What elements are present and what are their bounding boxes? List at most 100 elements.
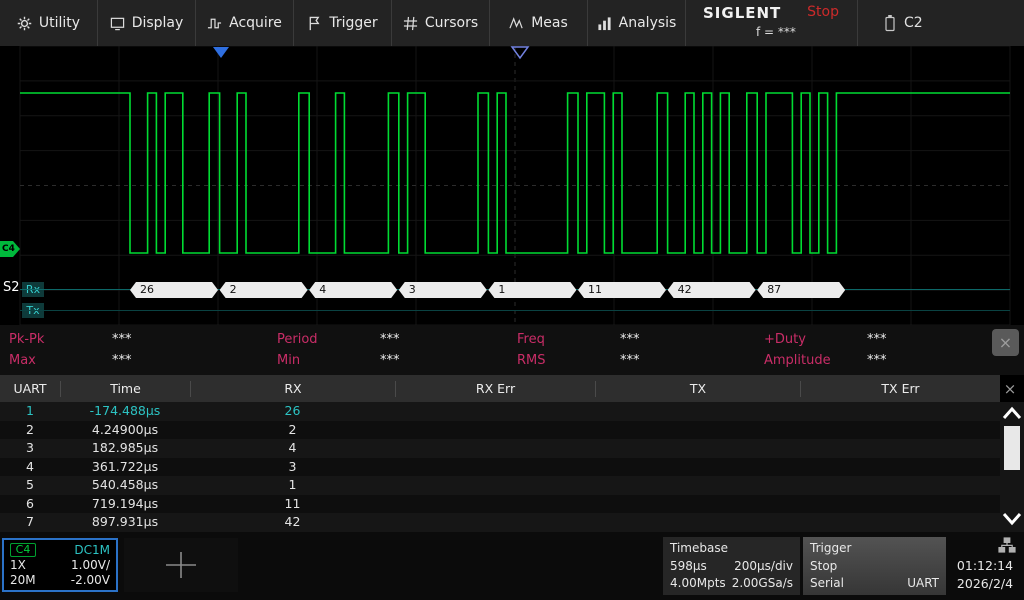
meas-icon bbox=[509, 16, 524, 31]
measurement-close-button[interactable]: × bbox=[992, 329, 1019, 356]
menu-item-utility[interactable]: Utility bbox=[0, 0, 98, 46]
cell-tx-err bbox=[800, 495, 1000, 514]
cell-tx bbox=[595, 402, 800, 421]
cell-tx-err bbox=[800, 421, 1000, 440]
battery-label: C2 bbox=[904, 15, 923, 31]
menu-bar: Utility Display Acquire Trigger Cursors Meas A… bbox=[0, 0, 1024, 46]
menu-item-acquire[interactable]: Acquire bbox=[196, 0, 294, 46]
menu-item-meas[interactable]: Meas bbox=[490, 0, 588, 46]
bottom-status-bar: C4 DC1M 1X 1.00V/ 20M -2.00V Timebase 59… bbox=[0, 532, 1024, 600]
channel-coupling: DC1M bbox=[74, 542, 110, 557]
clock-date: 2026/2/4 bbox=[956, 576, 1014, 591]
cell-time: 182.985µs bbox=[91, 440, 159, 455]
cell-tx bbox=[595, 495, 800, 514]
measurement-value: *** bbox=[867, 353, 887, 368]
row-index: 1 bbox=[26, 403, 34, 418]
cell-time: 897.931µs bbox=[91, 514, 159, 529]
cell-rx: 2 bbox=[288, 421, 297, 437]
menu-item-trigger[interactable]: Trigger bbox=[294, 0, 392, 46]
scroll-down-button[interactable] bbox=[1001, 510, 1023, 530]
cell-rx-err bbox=[395, 495, 595, 514]
trigger-source: Serial bbox=[810, 576, 844, 590]
measurement-strip: Pk-Pk *** Period *** Freq *** +Duty *** Max *** Mi… bbox=[0, 325, 1024, 375]
trigger-panel[interactable]: Trigger Stop Serial UART bbox=[803, 537, 946, 595]
table-row[interactable]: 5 540.458µs 1 bbox=[0, 476, 1000, 495]
measurement-amplitude[interactable]: Amplitude *** bbox=[755, 350, 980, 371]
table-close-button[interactable]: × bbox=[1000, 379, 1020, 399]
scroll-up-button[interactable] bbox=[1001, 404, 1023, 424]
table-scrollbar[interactable] bbox=[1000, 402, 1024, 532]
channel-offset: -2.00V bbox=[70, 572, 110, 587]
cell-time: 540.458µs bbox=[91, 477, 159, 492]
scope-display[interactable]: C4 S2 Rx Tx 26 2 4 3 1 11 42 87 bbox=[0, 46, 1024, 325]
brand-block: SIGLENT Stop f = *** bbox=[686, 0, 858, 46]
cell-tx-err bbox=[800, 513, 1000, 532]
measurement-value: *** bbox=[112, 332, 132, 347]
decode-tx-line bbox=[20, 310, 1010, 311]
acquire-icon bbox=[207, 16, 222, 31]
measurement-label: Period bbox=[277, 332, 318, 347]
measurement-duty[interactable]: +Duty *** bbox=[755, 329, 980, 350]
table-row[interactable]: 2 4.24900µs 2 bbox=[0, 420, 1000, 440]
measurement-max[interactable]: Max *** bbox=[0, 350, 268, 371]
decode-bus-label[interactable]: S2 bbox=[3, 280, 20, 295]
measurement-pk-pk[interactable]: Pk-Pk *** bbox=[0, 329, 268, 350]
cell-rx-err bbox=[395, 439, 595, 458]
measurement-label: RMS bbox=[517, 353, 546, 368]
menu-item-label: Acquire bbox=[229, 15, 282, 31]
cell-rx-err bbox=[395, 513, 595, 532]
measurement-label: Min bbox=[277, 353, 301, 368]
clock-box[interactable]: 01:12:14 2026/2/4 bbox=[948, 534, 1022, 596]
cell-tx bbox=[595, 458, 800, 477]
rx-decode-bubble: 2 bbox=[220, 282, 308, 298]
network-icon bbox=[998, 537, 1016, 553]
menu-item-display[interactable]: Display bbox=[98, 0, 196, 46]
table-row[interactable]: 4 361.722µs 3 bbox=[0, 457, 1000, 477]
rx-decode-bubble: 1 bbox=[488, 282, 576, 298]
measurement-freq[interactable]: Freq *** bbox=[508, 329, 755, 350]
table-row[interactable]: 3 182.985µs 4 bbox=[0, 439, 1000, 458]
header-cell-time: Time bbox=[60, 380, 190, 397]
flag-icon bbox=[307, 16, 322, 31]
table-row[interactable]: 1 -174.488µs 26 bbox=[0, 402, 1000, 421]
measurement-rms[interactable]: RMS *** bbox=[508, 350, 755, 371]
timebase-memory: 4.00Mpts bbox=[670, 576, 726, 590]
row-index: 5 bbox=[26, 477, 34, 492]
scroll-thumb[interactable] bbox=[1004, 426, 1020, 470]
menu-item-label: Analysis bbox=[618, 15, 677, 31]
measurement-label: Pk-Pk bbox=[9, 332, 45, 347]
menu-item-label: Cursors bbox=[424, 15, 479, 31]
battery-icon bbox=[884, 14, 896, 32]
rx-decode-bubble: 4 bbox=[309, 282, 397, 298]
cell-time: 361.722µs bbox=[91, 458, 159, 474]
cell-rx: 42 bbox=[284, 514, 301, 529]
row-index: 7 bbox=[26, 514, 34, 529]
rx-decode-bubble: 87 bbox=[757, 282, 845, 298]
measurement-value: *** bbox=[380, 332, 400, 347]
measurement-value: *** bbox=[867, 332, 887, 347]
brand-logo: SIGLENT bbox=[703, 4, 782, 22]
cell-rx-err bbox=[395, 402, 595, 421]
battery-block: C2 bbox=[858, 0, 1024, 46]
measurement-period[interactable]: Period *** bbox=[268, 329, 508, 350]
menu-item-analysis[interactable]: Analysis bbox=[588, 0, 686, 46]
timebase-panel[interactable]: Timebase 598µs 200µs/div 4.00Mpts 2.00GS… bbox=[663, 537, 800, 595]
channel-c4-info-box[interactable]: C4 DC1M 1X 1.00V/ 20M -2.00V bbox=[2, 538, 118, 592]
measurement-value: *** bbox=[620, 332, 640, 347]
table-row[interactable]: 6 719.194µs 11 bbox=[0, 494, 1000, 514]
menu-item-label: Display bbox=[131, 15, 184, 31]
trigger-position-marker[interactable] bbox=[213, 47, 229, 58]
trigger-title: Trigger bbox=[810, 541, 852, 555]
header-cell-tx-err: TX Err bbox=[800, 380, 1000, 397]
cell-tx-err bbox=[800, 476, 1000, 495]
menu-item-label: Utility bbox=[38, 15, 81, 31]
trigger-delay-marker[interactable] bbox=[510, 46, 530, 60]
table-row[interactable]: 7 897.931µs 42 bbox=[0, 513, 1000, 532]
add-channel-slot[interactable] bbox=[124, 538, 238, 592]
measurement-min[interactable]: Min *** bbox=[268, 350, 508, 371]
run-state-badge[interactable]: Stop bbox=[807, 4, 839, 20]
cursors-icon bbox=[403, 16, 418, 31]
timebase-title: Timebase bbox=[670, 541, 728, 555]
row-index: 4 bbox=[26, 458, 34, 474]
menu-item-cursors[interactable]: Cursors bbox=[392, 0, 490, 46]
